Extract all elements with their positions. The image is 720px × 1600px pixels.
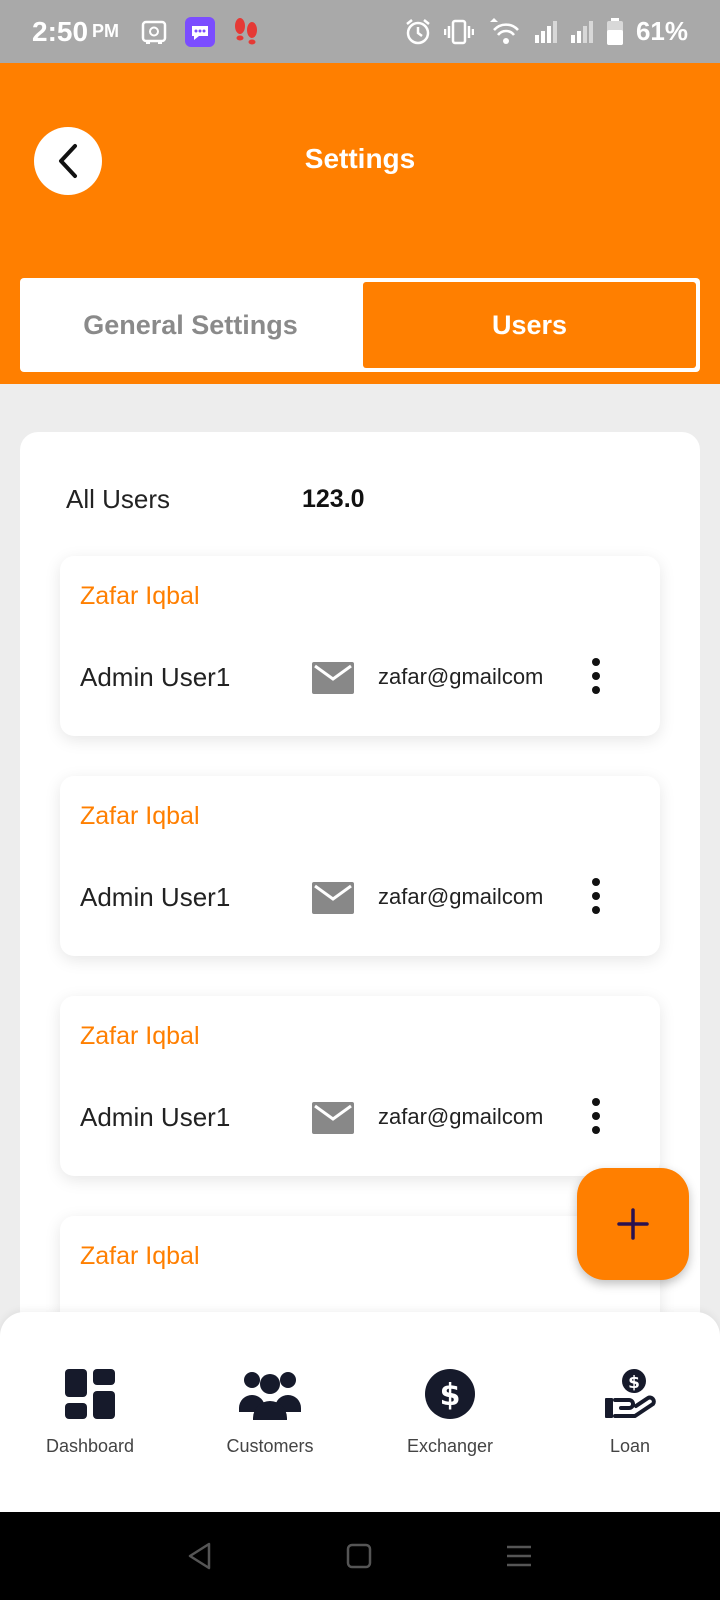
alarm-icon — [406, 18, 430, 44]
user-card[interactable]: Zafar Iqbal Admin User1 zafar@gmailcom — [60, 776, 660, 956]
nav-item-loan[interactable]: $ Loan — [540, 1312, 720, 1512]
nav-item-customers[interactable]: Customers — [180, 1312, 360, 1512]
messenger-app-icon — [185, 16, 216, 47]
system-back-icon[interactable] — [187, 1542, 213, 1570]
user-role: Admin User1 — [80, 662, 231, 692]
user-email: zafar@gmailcom — [378, 884, 544, 909]
safe-app-icon — [141, 20, 167, 44]
more-options-button[interactable] — [582, 654, 610, 698]
user-name: Zafar Iqbal — [80, 582, 200, 610]
battery-percentage: 61% — [635, 16, 688, 46]
nav-item-exchanger[interactable]: $ Exchanger — [360, 1312, 540, 1512]
user-card[interactable]: Zafar Iqbal Admin User1 zafar@gmailcom — [60, 996, 660, 1176]
add-user-button[interactable] — [577, 1168, 689, 1280]
mail-icon — [312, 662, 354, 694]
system-menu-icon[interactable] — [505, 1544, 533, 1568]
more-options-button[interactable] — [582, 874, 610, 918]
customers-icon — [239, 1372, 301, 1420]
nav-item-dashboard[interactable]: Dashboard — [0, 1312, 180, 1512]
header: Settings General Settings Users — [0, 63, 720, 384]
user-name: Zafar Iqbal — [80, 1242, 200, 1270]
user-role: Admin User1 — [80, 882, 231, 912]
all-users-summary: All Users 123.0 — [66, 484, 365, 515]
svg-text:$: $ — [440, 1378, 461, 1413]
user-name: Zafar Iqbal — [80, 802, 200, 830]
tab-users[interactable]: Users — [363, 282, 696, 368]
user-email: zafar@gmailcom — [378, 664, 544, 689]
nav-label: Dashboard — [45, 1436, 135, 1456]
all-users-count: 123.0 — [302, 485, 365, 513]
nav-label: Customers — [226, 1436, 314, 1456]
vibrate-icon — [443, 19, 474, 44]
status-bar: 2:50 PM 61% — [0, 0, 720, 63]
loan-hand-icon: $ — [605, 1369, 656, 1418]
more-options-button[interactable] — [582, 1094, 610, 1138]
status-time: 2:50 — [32, 15, 89, 47]
system-home-icon[interactable] — [346, 1543, 372, 1569]
mail-icon — [312, 1102, 354, 1134]
nav-label: Loan — [609, 1436, 651, 1456]
dashboard-icon — [65, 1369, 115, 1419]
status-ampm: PM — [92, 21, 120, 41]
mail-icon — [312, 882, 354, 914]
system-navigation-bar — [0, 1512, 720, 1600]
wifi-icon — [489, 17, 519, 44]
tab-general-settings[interactable]: General Settings — [24, 282, 357, 368]
user-name: Zafar Iqbal — [80, 1022, 200, 1050]
bottom-navigation: Dashboard Customers $ Exchanger $ Loan — [0, 1312, 720, 1512]
dollar-circle-icon: $ — [425, 1369, 475, 1419]
all-users-label: All Users — [66, 484, 171, 514]
battery-icon — [606, 17, 623, 45]
plus-icon — [617, 1208, 649, 1240]
user-card[interactable]: Zafar Iqbal Admin User1 zafar@gmailcom — [60, 556, 660, 736]
settings-tabs: General Settings Users — [20, 278, 700, 372]
page-title: Settings — [304, 143, 416, 174]
signal-icon-2 — [570, 20, 593, 43]
nav-label: Exchanger — [406, 1436, 494, 1456]
user-email: zafar@gmailcom — [378, 1104, 544, 1129]
signal-icon — [534, 20, 557, 43]
svg-text:$: $ — [628, 1373, 640, 1393]
user-role: Admin User1 — [80, 1102, 231, 1132]
footsteps-app-icon — [235, 17, 258, 44]
